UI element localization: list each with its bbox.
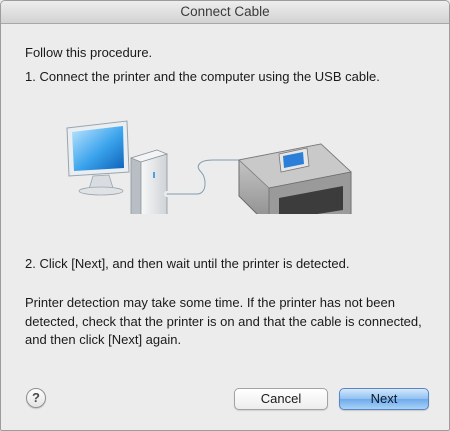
intro-text: Follow this procedure. bbox=[25, 45, 153, 60]
dialog-content: Follow this procedure. 1. Connect the pr… bbox=[1, 24, 449, 430]
connection-illustration bbox=[66, 120, 352, 214]
cancel-button[interactable]: Cancel bbox=[234, 388, 328, 410]
detection-note: Printer detection may take some time. If… bbox=[25, 295, 422, 347]
help-button[interactable]: ? bbox=[26, 388, 46, 408]
window-title: Connect Cable bbox=[1, 1, 449, 24]
next-button[interactable]: Next bbox=[339, 388, 429, 410]
connect-cable-dialog: Connect Cable Follow this procedure. 1. … bbox=[0, 0, 450, 431]
printer-icon bbox=[238, 143, 352, 214]
desktop-computer-icon bbox=[66, 120, 169, 214]
step-1-text: 1. Connect the printer and the computer … bbox=[25, 69, 380, 84]
step-2-text: 2. Click [Next], and then wait until the… bbox=[25, 256, 350, 271]
usb-cable-icon bbox=[164, 157, 246, 197]
